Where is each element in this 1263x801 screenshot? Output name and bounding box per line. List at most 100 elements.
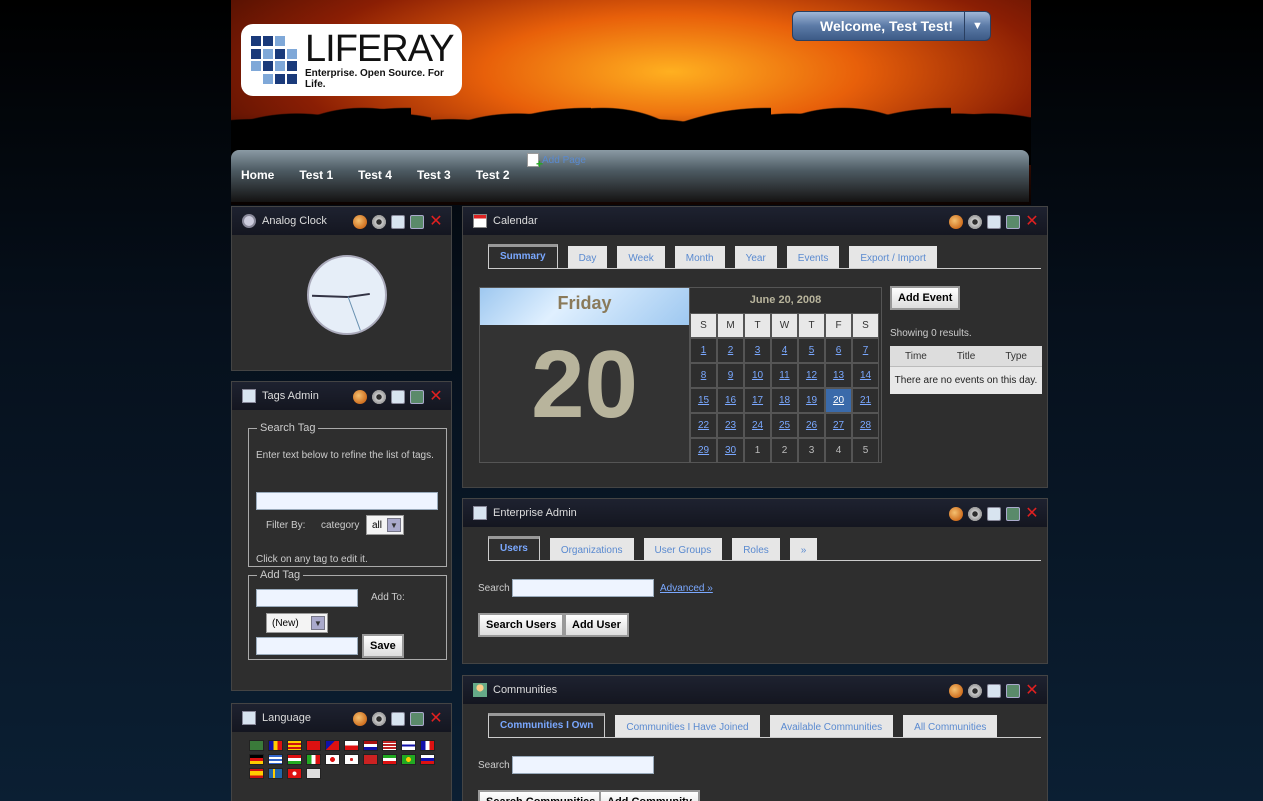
minimize-icon[interactable] (987, 684, 1001, 698)
community-search-input[interactable] (512, 756, 654, 774)
tag-property-input[interactable] (256, 637, 358, 655)
flag-icon[interactable] (344, 740, 359, 751)
look-and-feel-icon[interactable] (353, 215, 367, 229)
calendar-day[interactable]: 14 (852, 363, 879, 388)
calendar-day[interactable]: 13 (825, 363, 852, 388)
maximize-icon[interactable] (410, 215, 424, 229)
calendar-day[interactable]: 9 (717, 363, 744, 388)
flag-icon[interactable] (363, 754, 378, 765)
flag-icon[interactable] (382, 740, 397, 751)
calendar-day[interactable]: 3 (744, 338, 771, 363)
close-icon[interactable]: ✕ (1025, 506, 1039, 522)
look-and-feel-icon[interactable] (353, 712, 367, 726)
column-title[interactable]: Title (957, 351, 976, 362)
search-communities-button[interactable]: Search Communities (478, 790, 604, 801)
nav-test-1[interactable]: Test 1 (299, 168, 333, 182)
calendar-day[interactable]: 16 (717, 388, 744, 413)
maximize-icon[interactable] (1006, 215, 1020, 229)
maximize-icon[interactable] (410, 712, 424, 726)
flag-icon[interactable] (268, 754, 283, 765)
tab-roles[interactable]: Roles (732, 538, 780, 560)
add-user-button[interactable]: Add User (564, 613, 629, 637)
tab-month[interactable]: Month (674, 246, 725, 268)
column-time[interactable]: Time (905, 351, 927, 362)
tag-search-input[interactable] (256, 492, 438, 510)
flag-icon[interactable] (287, 754, 302, 765)
look-and-feel-icon[interactable] (949, 684, 963, 698)
flag-icon[interactable] (287, 740, 302, 751)
calendar-day[interactable]: 26 (798, 413, 825, 438)
calendar-day-selected[interactable]: 20 (825, 388, 852, 413)
tab-available-communities[interactable]: Available Communities (769, 715, 894, 737)
calendar-day[interactable]: 11 (771, 363, 798, 388)
calendar-day[interactable]: 21 (852, 388, 879, 413)
minimize-icon[interactable] (391, 215, 405, 229)
flag-icon[interactable] (306, 768, 321, 779)
chevron-down-icon[interactable]: ▼ (964, 12, 990, 40)
gear-icon[interactable] (372, 712, 386, 726)
tab-communities-i-own[interactable]: Communities I Own (488, 713, 606, 737)
flag-icon[interactable] (363, 740, 378, 751)
nav-test-2[interactable]: Test 2 (476, 168, 510, 182)
maximize-icon[interactable] (410, 390, 424, 404)
flag-icon[interactable] (306, 740, 321, 751)
tab-more[interactable]: » (789, 538, 818, 560)
gear-icon[interactable] (968, 507, 982, 521)
calendar-day[interactable]: 30 (717, 438, 744, 463)
gear-icon[interactable] (372, 215, 386, 229)
flag-icon[interactable] (420, 740, 435, 751)
tab-week[interactable]: Week (617, 246, 665, 268)
tab-organizations[interactable]: Organizations (549, 538, 634, 560)
column-type[interactable]: Type (1005, 351, 1027, 362)
close-icon[interactable]: ✕ (1025, 683, 1039, 699)
minimize-icon[interactable] (391, 712, 405, 726)
gear-icon[interactable] (968, 215, 982, 229)
add-to-select[interactable]: (New) ▼ (266, 613, 328, 633)
flag-icon[interactable] (344, 754, 359, 765)
flag-icon[interactable] (268, 768, 283, 779)
flag-icon[interactable] (401, 754, 416, 765)
flag-icon[interactable] (306, 754, 321, 765)
calendar-day[interactable]: 2 (717, 338, 744, 363)
calendar-day[interactable]: 12 (798, 363, 825, 388)
calendar-day[interactable]: 7 (852, 338, 879, 363)
tab-export-import[interactable]: Export / Import (849, 246, 937, 268)
minimize-icon[interactable] (391, 390, 405, 404)
calendar-day[interactable]: 22 (690, 413, 717, 438)
tab-year[interactable]: Year (734, 246, 777, 268)
calendar-day[interactable]: 23 (717, 413, 744, 438)
nav-test-4[interactable]: Test 4 (358, 168, 392, 182)
tab-events[interactable]: Events (786, 246, 840, 268)
minimize-icon[interactable] (987, 215, 1001, 229)
calendar-day[interactable]: 5 (798, 338, 825, 363)
calendar-day[interactable]: 18 (771, 388, 798, 413)
user-search-input[interactable] (512, 579, 654, 597)
calendar-day[interactable]: 8 (690, 363, 717, 388)
flag-icon[interactable] (382, 754, 397, 765)
flag-icon[interactable] (325, 754, 340, 765)
calendar-day[interactable]: 27 (825, 413, 852, 438)
calendar-day[interactable]: 15 (690, 388, 717, 413)
calendar-day[interactable]: 28 (852, 413, 879, 438)
close-icon[interactable]: ✕ (429, 389, 443, 405)
calendar-day[interactable]: 17 (744, 388, 771, 413)
look-and-feel-icon[interactable] (949, 215, 963, 229)
add-page-link[interactable]: Add Page (527, 153, 586, 171)
flag-icon[interactable] (249, 754, 264, 765)
tab-all-communities[interactable]: All Communities (903, 715, 998, 737)
calendar-day[interactable]: 10 (744, 363, 771, 388)
minimize-icon[interactable] (987, 507, 1001, 521)
close-icon[interactable]: ✕ (429, 214, 443, 230)
calendar-day[interactable]: 1 (690, 338, 717, 363)
search-users-button[interactable]: Search Users (478, 613, 565, 637)
tab-summary[interactable]: Summary (488, 244, 558, 268)
filter-select[interactable]: all ▼ (366, 515, 404, 535)
look-and-feel-icon[interactable] (353, 390, 367, 404)
calendar-day[interactable]: 29 (690, 438, 717, 463)
nav-test-3[interactable]: Test 3 (417, 168, 451, 182)
calendar-day[interactable]: 24 (744, 413, 771, 438)
save-button[interactable]: Save (362, 634, 404, 658)
calendar-day[interactable]: 25 (771, 413, 798, 438)
gear-icon[interactable] (372, 390, 386, 404)
nav-home[interactable]: Home (241, 168, 274, 182)
